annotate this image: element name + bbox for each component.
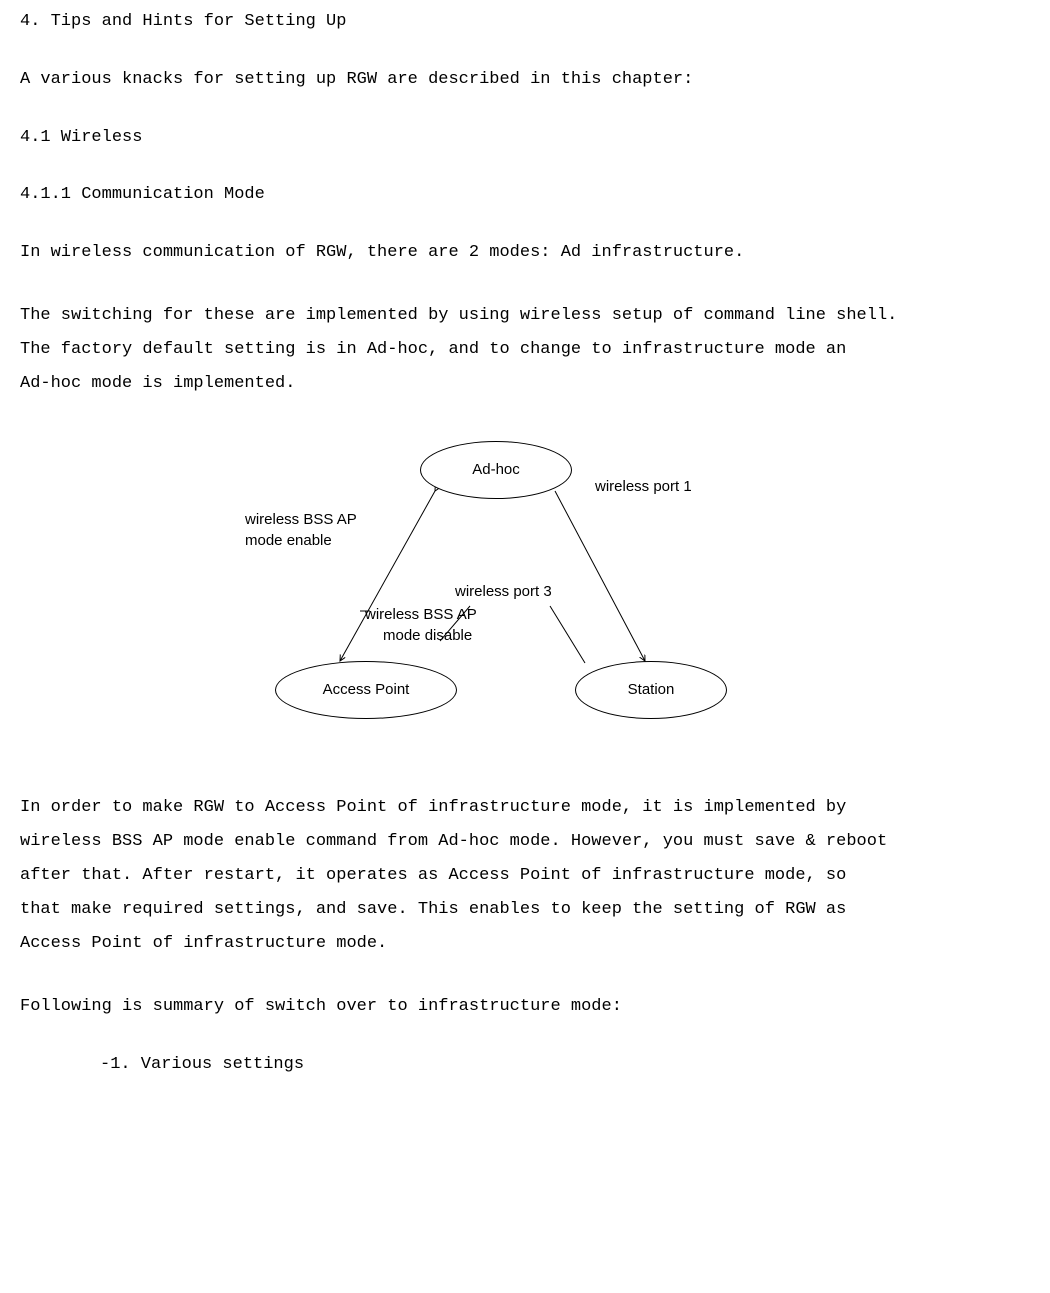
section-heading-wireless: 4.1 Wireless [20,126,1030,150]
text-line: wireless BSS AP mode enable command from… [20,825,1030,859]
text-line: wireless BSS AP [245,509,357,530]
text-line: wireless BSS AP [365,604,477,625]
label-mode-enable: wireless BSS AP mode enable [245,509,357,551]
text-line: Access Point of infrastructure mode. [20,927,1030,961]
text-line: that make required settings, and save. T… [20,893,1030,927]
node-adhoc: Ad-hoc [420,441,572,499]
paragraph-access-point-setup: In order to make RGW to Access Point of … [20,791,1030,961]
label-mode-disable: wireless BSS AP mode disable [365,604,477,646]
node-adhoc-label: Ad-hoc [472,459,520,480]
paragraph-modes: In wireless communication of RGW, there … [20,241,1030,265]
label-wireless-port-1: wireless port 1 [595,476,692,497]
intro-paragraph: A various knacks for setting up RGW are … [20,68,1030,92]
text-line: mode enable [245,530,357,551]
list-item-various-settings: -1. Various settings [20,1053,1030,1077]
paragraph-switching: The switching for these are implemented … [20,299,1030,401]
label-wireless-port-3: wireless port 3 [455,581,552,602]
node-access-point-label: Access Point [323,679,410,700]
mode-diagram: Ad-hoc Access Point Station wireless BSS… [20,441,1030,731]
text-line: mode disable [365,625,477,646]
text-line: In order to make RGW to Access Point of … [20,791,1030,825]
heading-main: 4. Tips and Hints for Setting Up [20,10,1030,34]
text-line: Ad-hoc mode is implemented. [20,367,1030,401]
paragraph-summary-intro: Following is summary of switch over to i… [20,995,1030,1019]
section-heading-comm-mode: 4.1.1 Communication Mode [20,183,1030,207]
text-line: after that. After restart, it operates a… [20,859,1030,893]
text-line: The switching for these are implemented … [20,299,1030,333]
node-access-point: Access Point [275,661,457,719]
text-line: The factory default setting is in Ad-hoc… [20,333,1030,367]
node-station-label: Station [628,679,675,700]
node-station: Station [575,661,727,719]
